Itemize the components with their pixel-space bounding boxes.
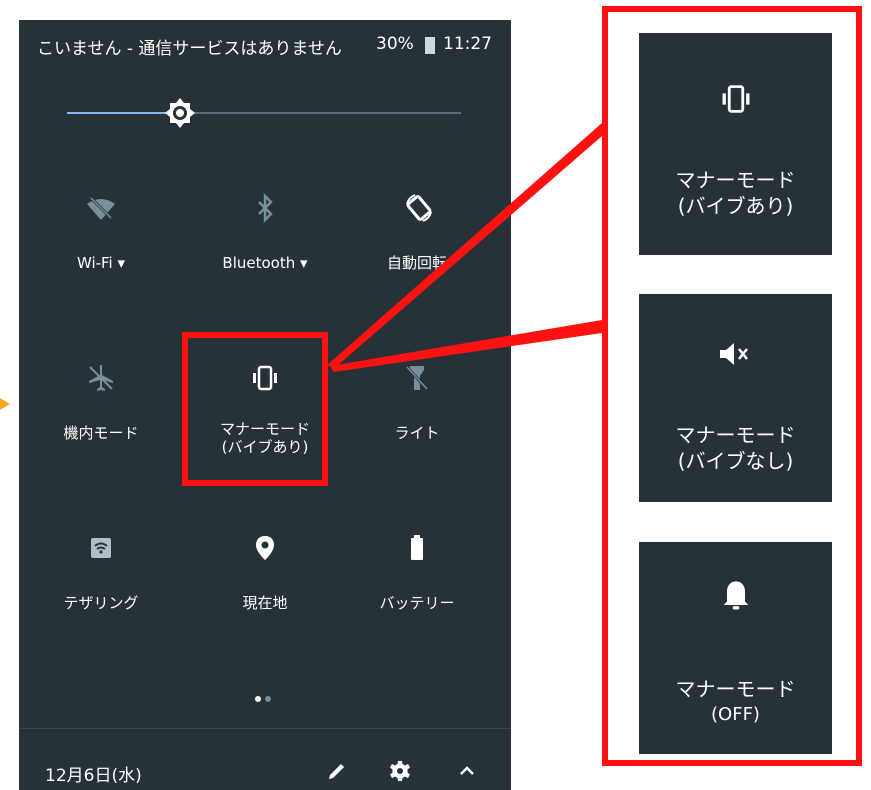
card-off-line1: マナーモード xyxy=(675,677,796,701)
card-silent-line2: (バイブなし) xyxy=(677,449,794,473)
vibrate-icon xyxy=(722,85,749,113)
card-off-line2: (OFF) xyxy=(711,704,760,725)
manner-card-off: マナーモード (OFF) xyxy=(639,542,832,754)
manner-card-silent: マナーモード (バイブなし) xyxy=(639,294,832,502)
card-silent-line1: マナーモード xyxy=(675,423,796,447)
card-vibrate-line2: (バイブあり) xyxy=(677,194,794,218)
mute-icon xyxy=(719,343,748,365)
card-vibrate-line1: マナーモード xyxy=(675,168,796,192)
manner-card-vibrate: マナーモード (バイブあり) xyxy=(639,33,832,255)
bell-icon xyxy=(723,581,748,610)
